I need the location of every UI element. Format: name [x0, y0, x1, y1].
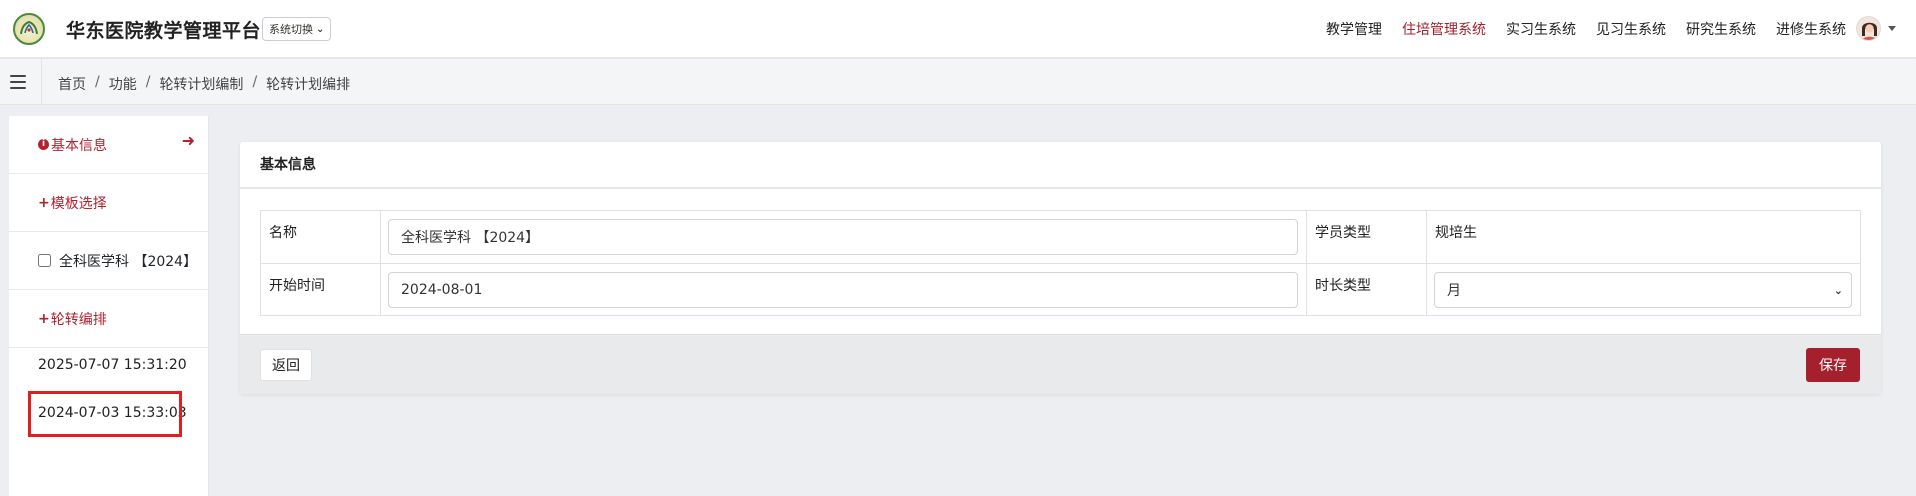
nav-graduate-system[interactable]: 研究生系统 — [1686, 19, 1756, 39]
sidebar-item-template-option: 全科医学科 【2024】 — [9, 232, 209, 290]
breadcrumb-function[interactable]: 功能 — [109, 74, 137, 94]
system-switch-dropdown[interactable]: 系统切换 ⌄ — [262, 17, 332, 41]
card-footer: 返回 保存 — [240, 334, 1881, 394]
top-nav: 教学管理 住培管理系统 实习生系统 见习生系统 研究生系统 进修生系统 — [1326, 19, 1846, 39]
app-title: 华东医院教学管理平台 — [66, 20, 262, 42]
breadcrumb-separator: / — [145, 74, 151, 90]
system-switch-label: 系统切换 — [269, 23, 313, 36]
student-type-value: 规培生 — [1435, 225, 1477, 241]
user-avatar[interactable] — [1856, 16, 1881, 41]
highlight-annotation-box — [28, 391, 182, 437]
breadcrumb-home[interactable]: 首页 — [58, 74, 86, 94]
breadcrumb-separator: / — [95, 74, 100, 90]
user-menu-caret-icon[interactable] — [1888, 26, 1896, 31]
nav-intern-system[interactable]: 实习生系统 — [1506, 19, 1576, 39]
back-button[interactable]: 返回 — [260, 349, 312, 381]
plus-icon: + — [38, 194, 50, 211]
form-row: 开始时间 时长类型 月 ⌄ — [261, 263, 1860, 316]
nav-advanced-study-system[interactable]: 进修生系统 — [1776, 19, 1846, 39]
breadcrumb: 首页 / 功能 / 轮转计划编制 / 轮转计划编排 — [58, 74, 350, 94]
name-cell — [381, 211, 1307, 263]
plus-icon: + — [38, 310, 50, 327]
sidebar-item-basic-info[interactable]: i 基本信息 ➜ — [9, 116, 209, 174]
start-time-label: 开始时间 — [261, 264, 381, 316]
chevron-down-icon: ⌄ — [1833, 284, 1843, 297]
name-label: 名称 — [261, 211, 381, 263]
nav-residency-system[interactable]: 住培管理系统 — [1402, 19, 1486, 39]
breadcrumb-rotation-plan[interactable]: 轮转计划编制 — [159, 74, 243, 94]
user-avatar-icon — [1857, 17, 1880, 40]
nav-teaching-management[interactable]: 教学管理 — [1326, 19, 1382, 39]
menu-toggle-icon[interactable] — [10, 75, 26, 89]
form-row: 名称 学员类型 规培生 — [261, 211, 1860, 263]
sidebar-item-rotation-arrange[interactable]: + 轮转编排 — [9, 290, 209, 348]
left-panel: i 基本信息 ➜ + 模板选择 全科医学科 【2024】 + 轮转编排 2025… — [9, 116, 209, 496]
top-header: 华东医院教学管理平台 系统切换 ⌄ 教学管理 住培管理系统 实习生系统 见习生系… — [0, 0, 1916, 58]
nav-trainee-system[interactable]: 见习生系统 — [1596, 19, 1666, 39]
breadcrumb-current: 轮转计划编排 — [266, 77, 351, 93]
chevron-down-icon: ⌄ — [316, 23, 325, 35]
duration-type-cell: 月 ⌄ — [1427, 264, 1860, 316]
save-button[interactable]: 保存 — [1806, 348, 1860, 382]
arrow-right-icon: ➜ — [181, 131, 195, 150]
sidebar-item-label: 基本信息 — [51, 137, 107, 154]
basic-info-form: 名称 学员类型 规培生 开始时间 时长类型 月 ⌄ — [260, 210, 1861, 316]
template-option-label: 全科医学科 【2024】 — [59, 253, 198, 270]
sidebar-item-label: 轮转编排 — [50, 311, 107, 328]
duration-type-select[interactable]: 月 ⌄ — [1434, 272, 1852, 308]
template-checkbox[interactable] — [38, 254, 51, 267]
sidebar-date-entry[interactable]: 2025-07-07 15:31:20 — [38, 357, 187, 373]
duration-type-label: 时长类型 — [1307, 264, 1427, 316]
student-type-label: 学员类型 — [1307, 211, 1427, 263]
breadcrumb-separator: / — [252, 74, 258, 90]
card-title: 基本信息 — [240, 142, 1881, 189]
breadcrumb-bar: 首页 / 功能 / 轮转计划编制 / 轮转计划编排 — [0, 59, 1916, 105]
basic-info-card: 基本信息 名称 学员类型 规培生 开始时间 时长类型 月 ⌄ 返回 — [240, 142, 1881, 394]
start-time-input[interactable] — [388, 272, 1298, 308]
start-time-cell — [381, 264, 1307, 316]
info-circle-icon: i — [38, 139, 49, 150]
duration-type-selected: 月 — [1447, 283, 1461, 299]
sidebar-item-label: 模板选择 — [50, 195, 107, 212]
hospital-logo — [13, 13, 45, 45]
sidebar-item-template-select[interactable]: + 模板选择 — [9, 174, 209, 232]
divider — [41, 59, 42, 105]
logo-emblem-icon — [20, 20, 38, 35]
name-input[interactable] — [388, 219, 1298, 255]
